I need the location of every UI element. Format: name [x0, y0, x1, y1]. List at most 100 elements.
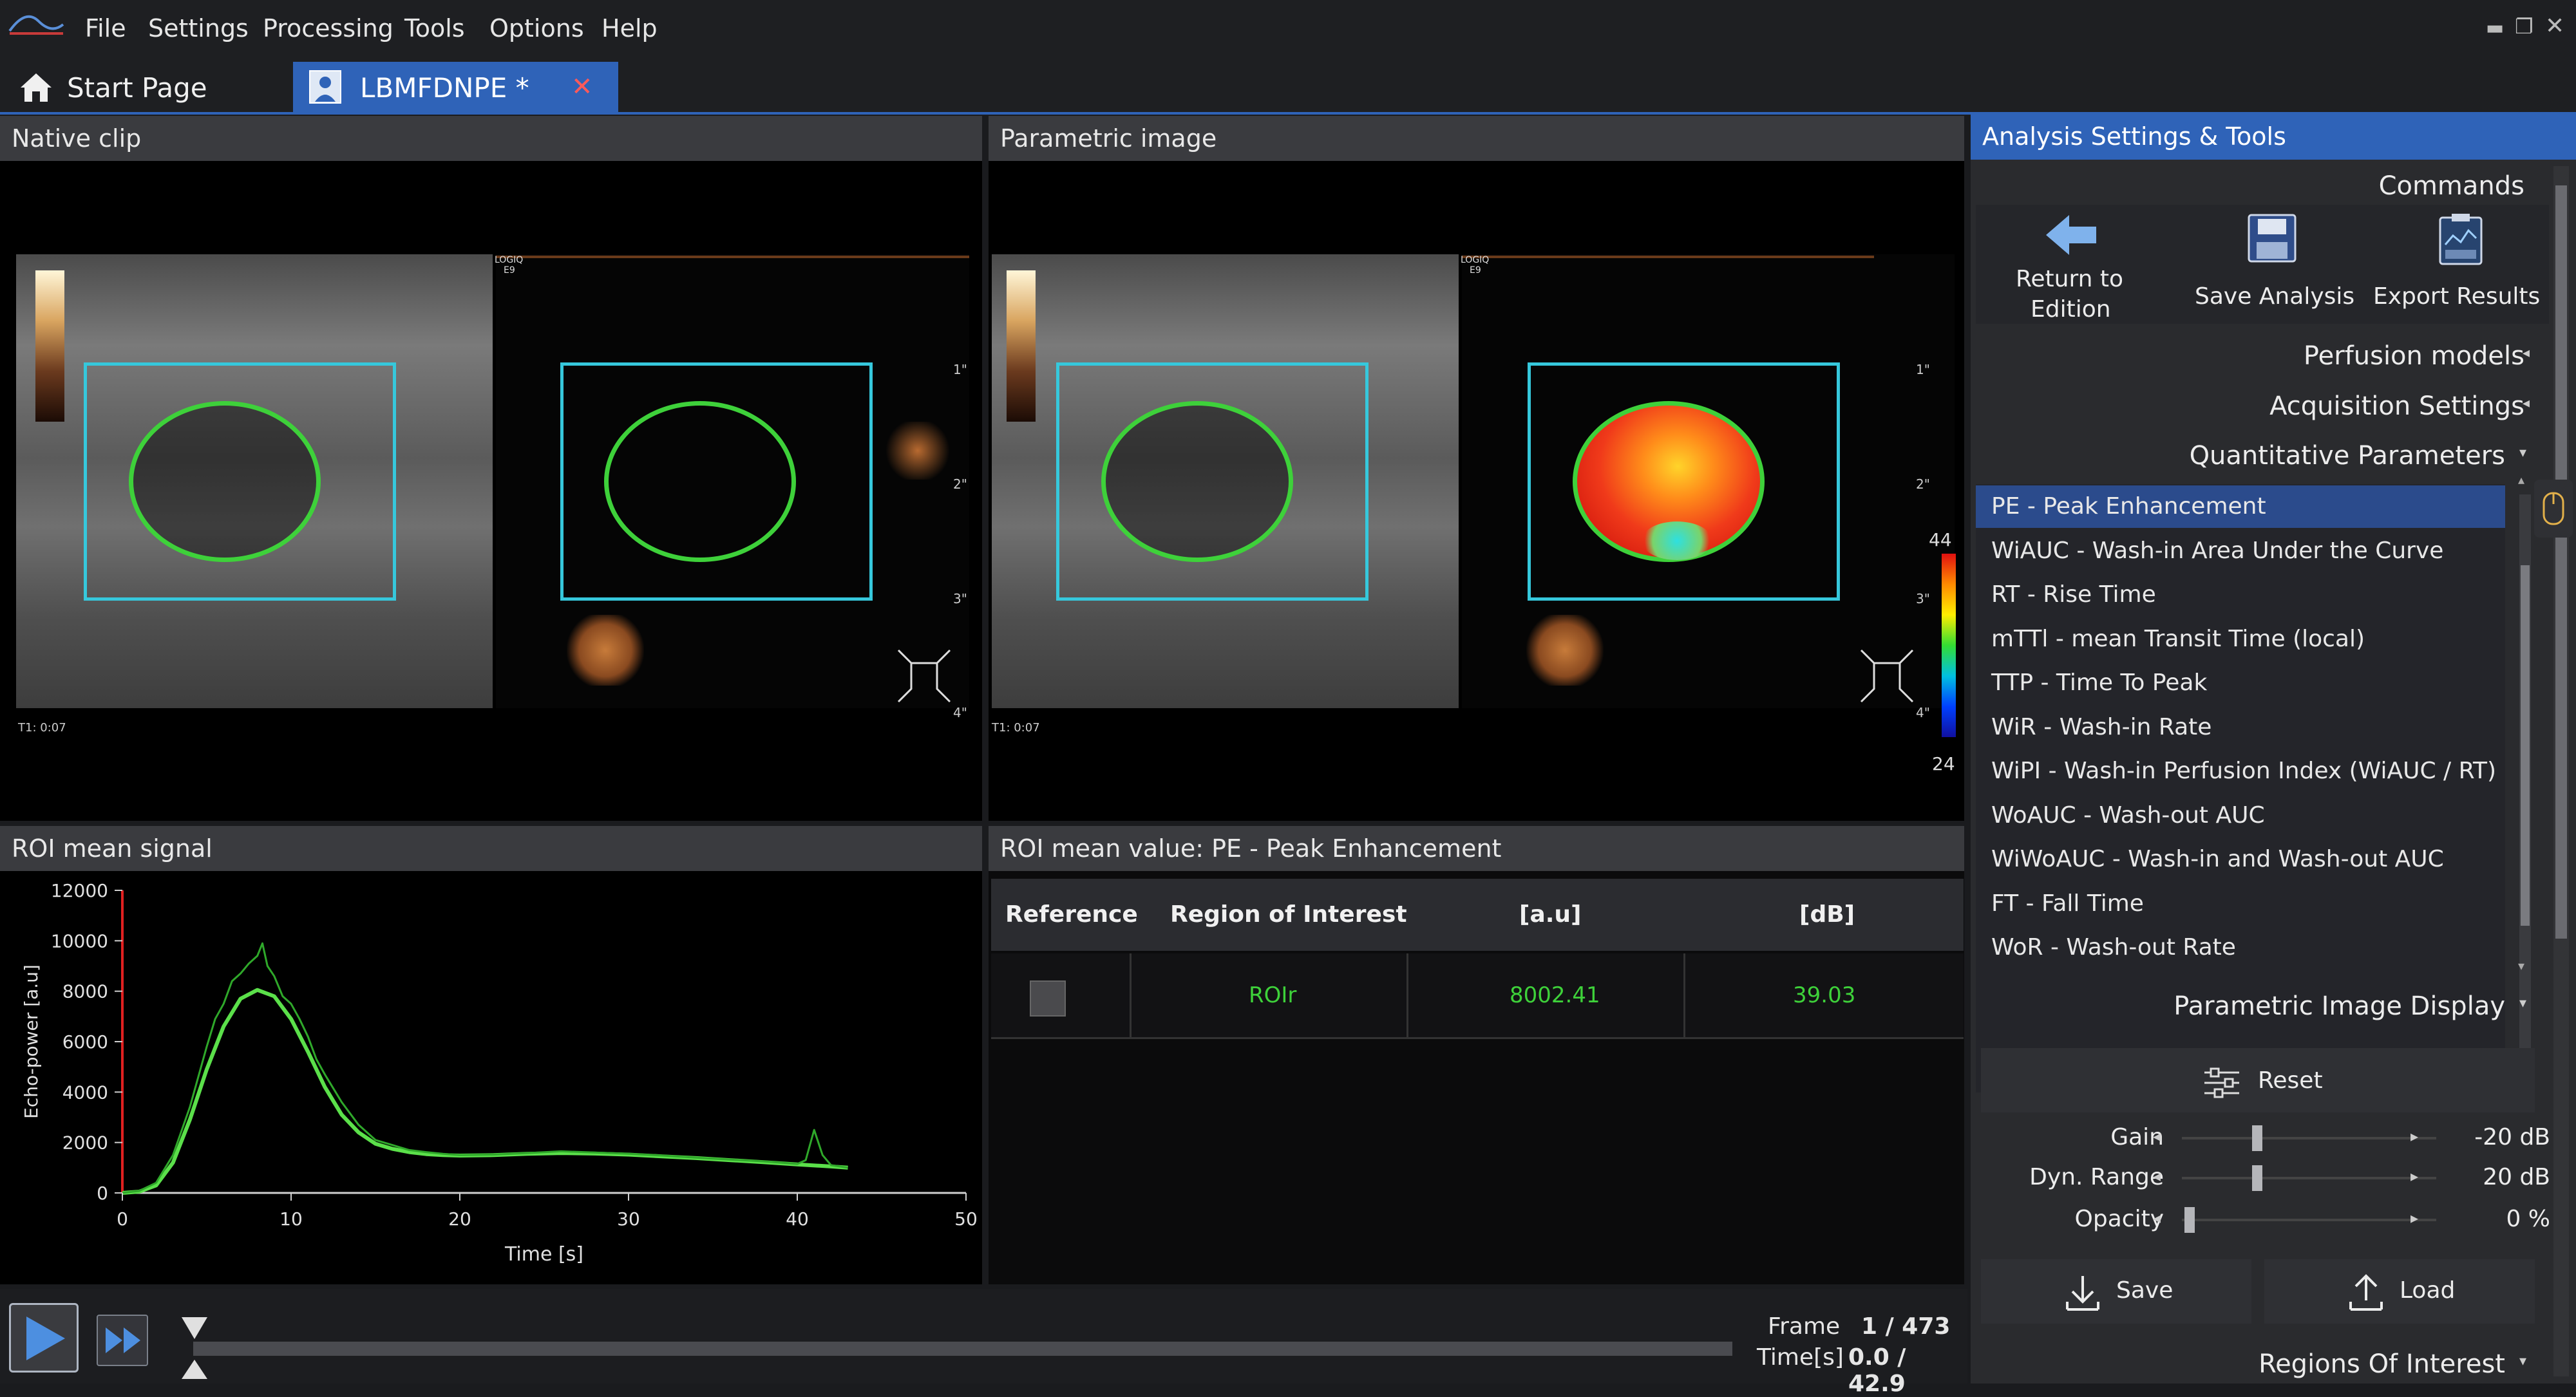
commands-label: Commands — [2378, 171, 2524, 201]
parameter-item[interactable]: WiR - Wash-in Rate — [1991, 714, 2211, 740]
cell-roi-name: ROIr — [1249, 982, 1297, 1008]
time-stamp-label: T1: 0:07 — [992, 721, 1040, 735]
right-panel-scrollbar-thumb[interactable] — [2555, 185, 2567, 939]
header-db: [dB] — [1799, 901, 1855, 928]
roi-contour-native-right[interactable] — [604, 401, 796, 562]
parameter-item[interactable]: WiWoAUC - Wash-in and Wash-out AUC — [1991, 846, 2444, 872]
right-panel-scrollbar[interactable] — [2553, 166, 2569, 1376]
menu-processing[interactable]: Processing — [263, 14, 393, 42]
opacity-decrease-icon[interactable]: ◂ — [2153, 1209, 2161, 1227]
e9-label: E9 — [1470, 265, 1481, 276]
chevron-down-icon[interactable]: ▾ — [2519, 995, 2526, 1011]
x-tick-label: 30 — [617, 1208, 640, 1230]
x-tick-label: 40 — [786, 1208, 809, 1230]
menu-tools[interactable]: Tools — [404, 14, 465, 42]
analysis-settings-header: Analysis Settings & Tools — [1971, 115, 2576, 160]
opacity-slider-thumb[interactable] — [2184, 1207, 2195, 1233]
close-tab-icon[interactable]: ✕ — [571, 72, 593, 102]
close-window-icon[interactable]: ✕ — [2545, 13, 2564, 39]
parameter-item[interactable]: WoAUC - Wash-out AUC — [1991, 802, 2265, 829]
load-display-label: Load — [2400, 1277, 2456, 1304]
tab-bar: Start Page LBMFDNPE * ✕ — [0, 62, 2576, 115]
floppy-disk-icon — [2248, 214, 2297, 263]
opacity-increase-icon[interactable]: ▸ — [2410, 1209, 2418, 1227]
regions-of-interest-section[interactable]: Regions Of Interest — [2259, 1349, 2505, 1379]
dyn-range-slider-thumb[interactable] — [2252, 1165, 2262, 1191]
table-row[interactable]: ROIr 8002.41 39.03 — [991, 953, 1964, 1039]
parameter-scrollbar[interactable] — [2519, 494, 2531, 1074]
dyn-range-label: Dyn. Range — [2029, 1164, 2164, 1190]
dyn-range-decrease-icon[interactable]: ◂ — [2153, 1167, 2161, 1185]
menu-settings[interactable]: Settings — [148, 14, 249, 42]
tab-study[interactable]: LBMFDNPE * ✕ — [293, 62, 618, 112]
return-to-edition-button[interactable]: Return to Edition — [1989, 205, 2150, 324]
parameter-item[interactable]: FT - Fall Time — [1991, 890, 2144, 917]
perfusion-models-section[interactable]: Perfusion models — [2304, 341, 2524, 371]
parameter-item[interactable]: mTTl - mean Transit Time (local) — [1991, 626, 2365, 652]
quantitative-parameters-section[interactable]: Quantitative Parameters — [2190, 441, 2505, 471]
contrast-top-line — [1462, 256, 1874, 258]
dyn-range-slider-track[interactable] — [2182, 1177, 2436, 1179]
reference-checkbox[interactable] — [1030, 980, 1066, 1017]
roi-signal-title: ROI mean signal — [0, 826, 982, 871]
roi-contour-param-left[interactable] — [1101, 401, 1293, 562]
chevron-left-icon[interactable]: ◂ — [2523, 345, 2530, 361]
collapse-handle[interactable] — [2534, 480, 2573, 538]
menu-help[interactable]: Help — [601, 14, 658, 42]
export-results-button[interactable]: Export Results — [2372, 205, 2549, 324]
column-divider — [1683, 953, 1685, 1037]
arrow-left-icon — [2046, 215, 2096, 255]
gain-slider-thumb[interactable] — [2252, 1125, 2262, 1151]
return-line1: Return to — [2016, 266, 2124, 292]
contrast-speckle — [567, 615, 644, 686]
minimize-icon[interactable]: ▬ — [2486, 17, 2504, 39]
parametric-color-scale — [1942, 554, 1956, 737]
load-display-button[interactable]: Load — [2264, 1259, 2535, 1324]
gain-slider-track[interactable] — [2182, 1137, 2436, 1139]
parametric-image-display-section[interactable]: Parametric Image Display — [2174, 991, 2505, 1021]
save-analysis-button[interactable]: Save Analysis — [2188, 205, 2356, 324]
parameter-item[interactable]: WiPI - Wash-in Perfusion Index (WiAUC / … — [1991, 758, 2496, 784]
scroll-up-icon[interactable]: ▴ — [2518, 472, 2524, 487]
parameter-item[interactable]: TTP - Time To Peak — [1991, 670, 2207, 696]
cell-au-value: 8002.41 — [1510, 982, 1600, 1008]
reset-button[interactable]: Reset — [1981, 1048, 2535, 1112]
x-tick-label: 20 — [448, 1208, 471, 1230]
depth-mark-3: 3" — [953, 591, 967, 606]
native-clip-view[interactable]: LOGIQ E9 1" 2" 3" 4" T1: 0:07 — [0, 161, 982, 821]
time-label: Time[s] — [1757, 1344, 1844, 1371]
roi-contour-native-left[interactable] — [129, 401, 321, 562]
native-clip-title: Native clip — [0, 116, 982, 161]
acquisition-settings-section[interactable]: Acquisition Settings — [2269, 391, 2524, 421]
chevron-down-icon[interactable]: ▾ — [2519, 445, 2526, 461]
tab-study-label: LBMFDNPE * — [360, 72, 529, 104]
dyn-range-increase-icon[interactable]: ▸ — [2410, 1167, 2418, 1185]
heatmap-low-region — [1642, 521, 1712, 560]
chevron-down-icon[interactable]: ▾ — [2519, 1353, 2526, 1369]
parametric-image-view[interactable]: LOGIQ E9 1" 2" 3" 4" 44 24 T1: 0:07 — [989, 161, 1964, 821]
parameter-item[interactable]: WiAUC - Wash-in Area Under the Curve — [1991, 538, 2443, 564]
timeline-slider[interactable] — [193, 1342, 1732, 1356]
menu-file[interactable]: File — [85, 14, 126, 42]
scrollbar-thumb[interactable] — [2521, 565, 2530, 926]
restore-icon[interactable]: ❐ — [2515, 14, 2533, 39]
play-button[interactable] — [9, 1303, 79, 1373]
menu-options[interactable]: Options — [489, 14, 584, 42]
header-reference: Reference — [1005, 901, 1138, 928]
roi-signal-chart-area[interactable]: 0 2000 4000 6000 8000 10000 12000 0 10 20 30 40 50 T… — [0, 871, 982, 1284]
scroll-down-icon[interactable]: ▾ — [2518, 958, 2524, 973]
opacity-slider-track[interactable] — [2182, 1219, 2436, 1221]
chevron-left-icon[interactable]: ◂ — [2523, 395, 2530, 411]
gain-increase-icon[interactable]: ▸ — [2410, 1127, 2418, 1145]
parameter-item[interactable]: WoR - Wash-out Rate — [1991, 934, 2236, 961]
export-clipboard-icon — [2439, 214, 2483, 265]
parameter-item[interactable]: RT - Rise Time — [1991, 581, 2156, 608]
probe-orientation-icon — [897, 649, 951, 703]
fast-forward-button[interactable] — [97, 1315, 148, 1366]
gain-decrease-icon[interactable]: ◂ — [2153, 1127, 2161, 1145]
tab-start-label: Start Page — [67, 72, 207, 104]
tab-start-page[interactable]: Start Page — [0, 62, 283, 112]
parametric-heatmap-roi — [1573, 401, 1765, 562]
parameter-item[interactable]: PE - Peak Enhancement — [1991, 493, 2266, 520]
save-display-button[interactable]: Save — [1981, 1259, 2251, 1324]
